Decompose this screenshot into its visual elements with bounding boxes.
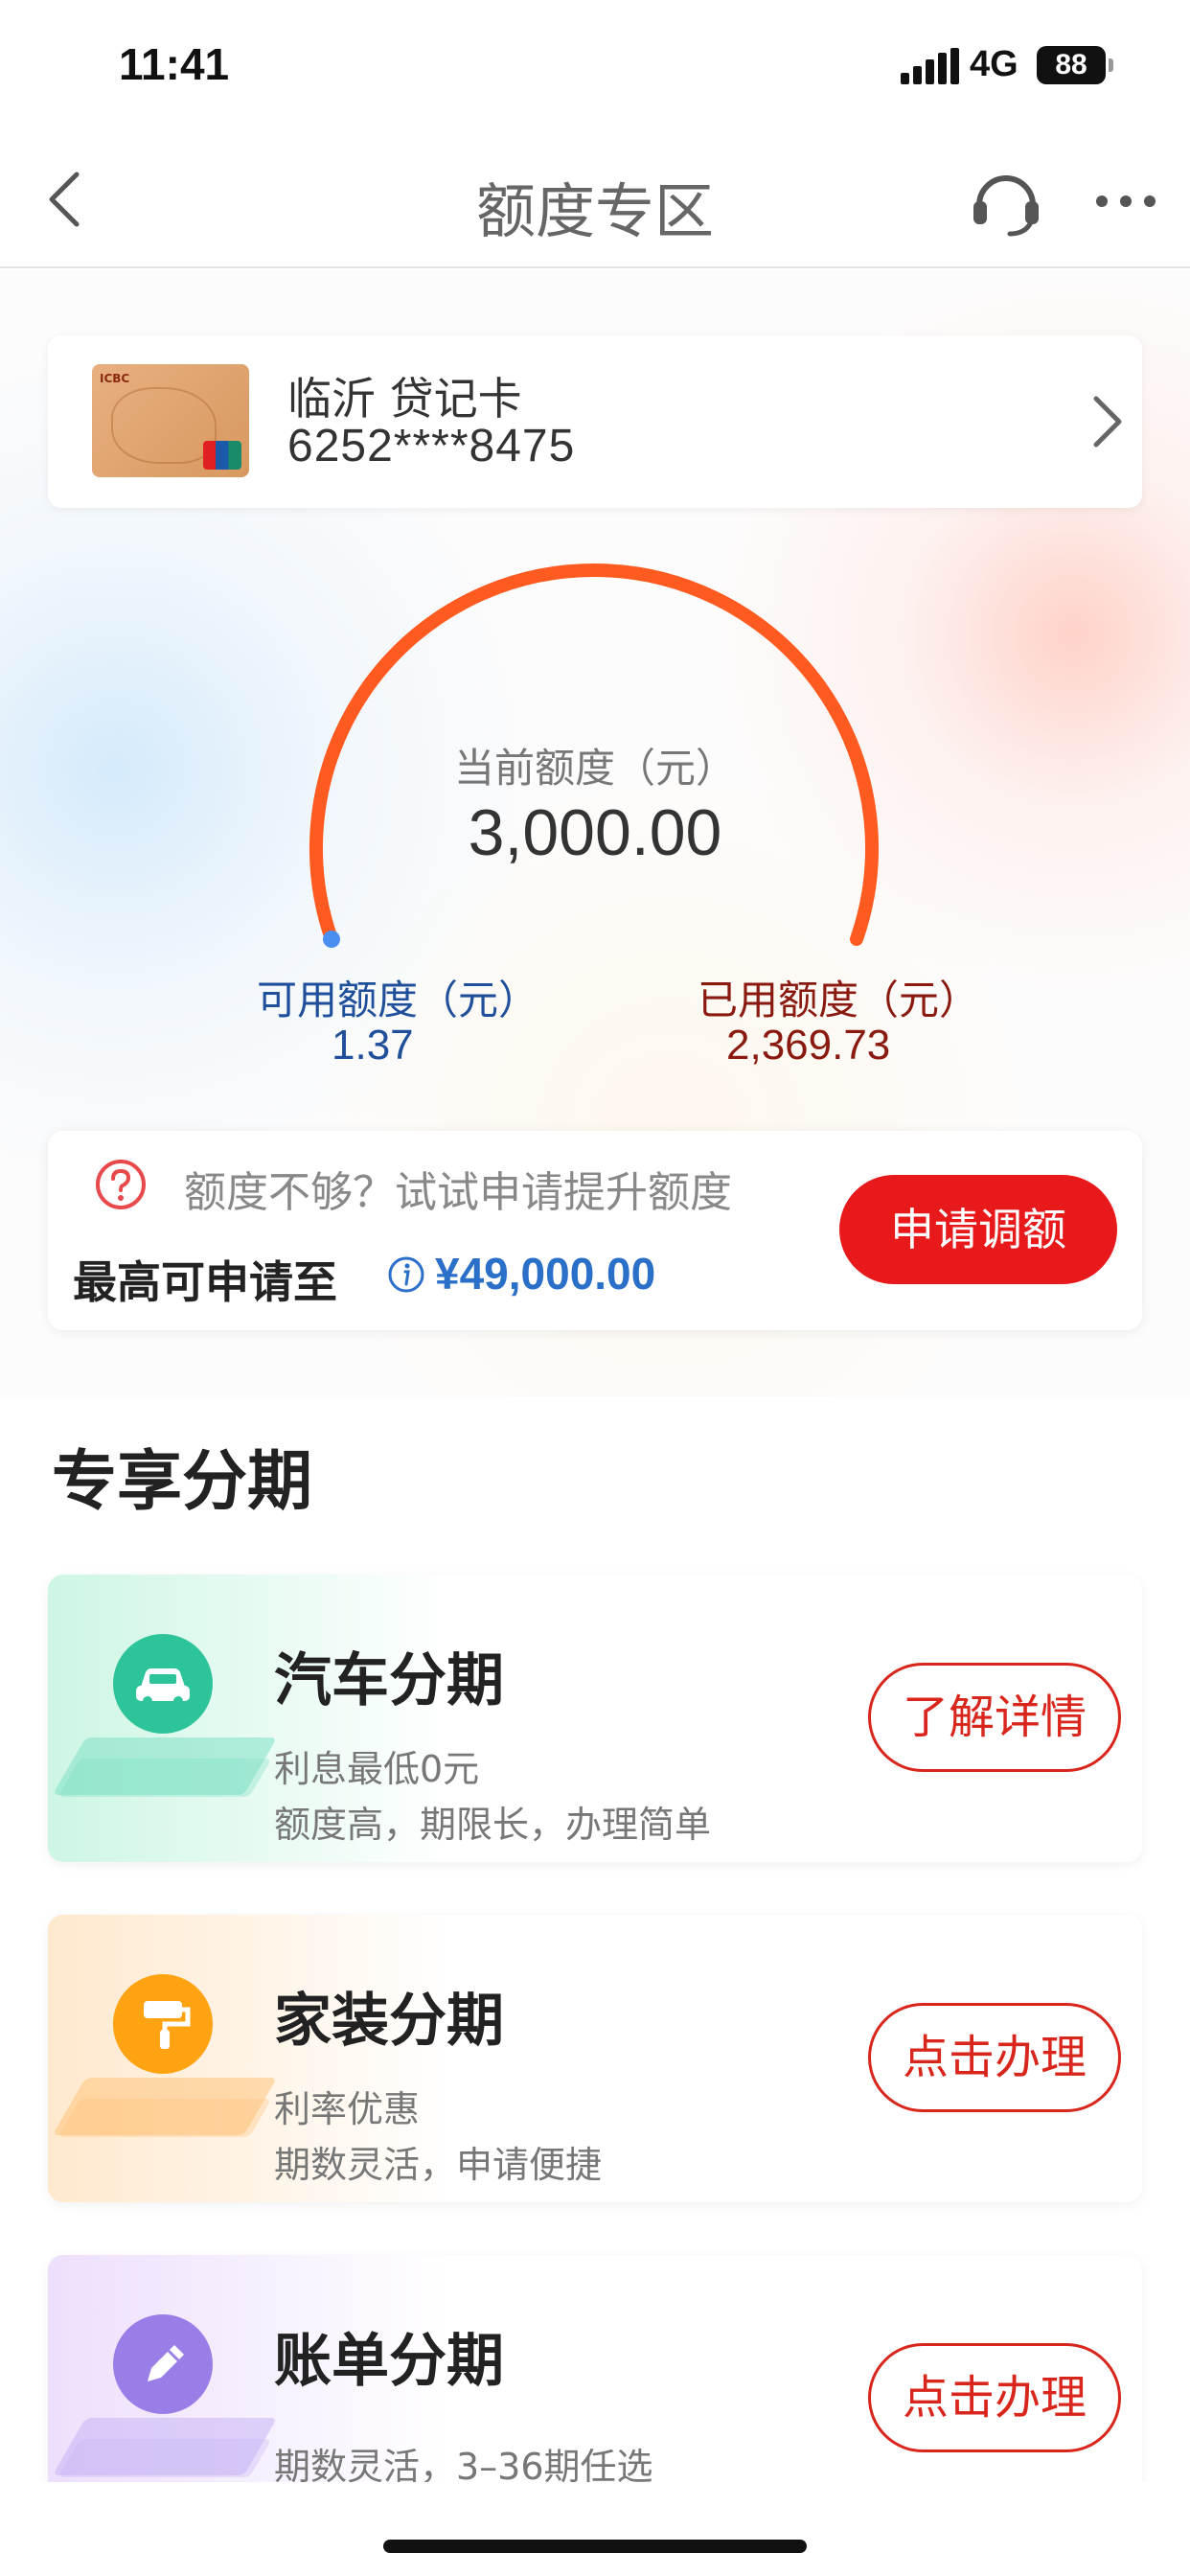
nav-bar: 额度专区 bbox=[0, 134, 1190, 268]
car-icon bbox=[113, 1634, 213, 1734]
status-bar: 11:41 4G 88 bbox=[0, 0, 1190, 134]
paint-roller-icon bbox=[113, 1974, 213, 2074]
max-apply-label: 最高可申请至 bbox=[73, 1256, 337, 1308]
pencil-icon bbox=[113, 2314, 213, 2414]
card-thumbnail: ICBC bbox=[92, 364, 249, 477]
info-icon[interactable] bbox=[387, 1255, 425, 1294]
installment-card-home[interactable]: 家装分期 利率优惠 期数灵活，申请便捷 点击办理 bbox=[48, 1915, 1142, 2202]
available-limit-value: 1.37 bbox=[332, 1022, 414, 1069]
section-title: 专享分期 bbox=[52, 1444, 313, 1520]
card-selector[interactable]: ICBC 临沂 贷记卡 6252****8475 bbox=[48, 335, 1142, 508]
raise-prompt: 额度不够？试试申请提升额度 bbox=[184, 1168, 732, 1217]
installment-title: 家装分期 bbox=[274, 1988, 504, 2055]
bottom-safe-area bbox=[0, 2482, 1190, 2576]
learn-more-button[interactable]: 了解详情 bbox=[868, 1663, 1121, 1772]
current-limit-value: 3,000.00 bbox=[468, 796, 722, 869]
icon-base-shadow bbox=[57, 2439, 272, 2477]
status-time: 11:41 bbox=[119, 39, 230, 89]
max-apply-amount: ¥49,000.00 bbox=[435, 1249, 656, 1299]
used-limit-label: 已用额度（元） bbox=[698, 977, 980, 1024]
icon-base-shadow bbox=[57, 2099, 272, 2137]
installment-title: 汽车分期 bbox=[274, 1647, 504, 1714]
signal-icon bbox=[901, 48, 959, 84]
card-number: 6252****8475 bbox=[287, 421, 576, 472]
battery-icon: 88 bbox=[1037, 46, 1113, 84]
apply-button[interactable]: 点击办理 bbox=[868, 2003, 1121, 2112]
network-type: 4G bbox=[970, 44, 1018, 84]
more-dots-icon[interactable] bbox=[1092, 182, 1159, 220]
available-limit-label: 可用额度（元） bbox=[257, 977, 539, 1024]
chevron-right-icon bbox=[1088, 391, 1127, 452]
raise-limit-panel: 额度不够？试试申请提升额度 最高可申请至 ¥49,000.00 申请调额 bbox=[48, 1131, 1142, 1330]
apply-adjust-button[interactable]: 申请调额 bbox=[839, 1175, 1117, 1284]
installment-desc: 利息最低0元 bbox=[274, 1748, 480, 1790]
card-name: 临沂 贷记卡 bbox=[287, 373, 522, 425]
icon-base-shadow bbox=[57, 1759, 272, 1797]
installment-desc: 期数灵活，申请便捷 bbox=[274, 2144, 603, 2186]
headset-icon[interactable] bbox=[968, 163, 1044, 240]
used-limit-value: 2,369.73 bbox=[726, 1022, 891, 1069]
current-limit-label: 当前额度（元） bbox=[453, 745, 736, 792]
installment-desc: 额度高，期限长，办理简单 bbox=[274, 1804, 712, 1846]
question-icon bbox=[94, 1158, 148, 1211]
gauge-available-dot bbox=[323, 931, 340, 948]
installment-desc: 利率优惠 bbox=[274, 2088, 421, 2130]
apply-button[interactable]: 点击办理 bbox=[868, 2343, 1121, 2452]
home-indicator bbox=[383, 2540, 807, 2553]
installment-card-car[interactable]: 汽车分期 利息最低0元 额度高，期限长，办理简单 了解详情 bbox=[48, 1575, 1142, 1862]
installment-title: 账单分期 bbox=[274, 2328, 504, 2395]
